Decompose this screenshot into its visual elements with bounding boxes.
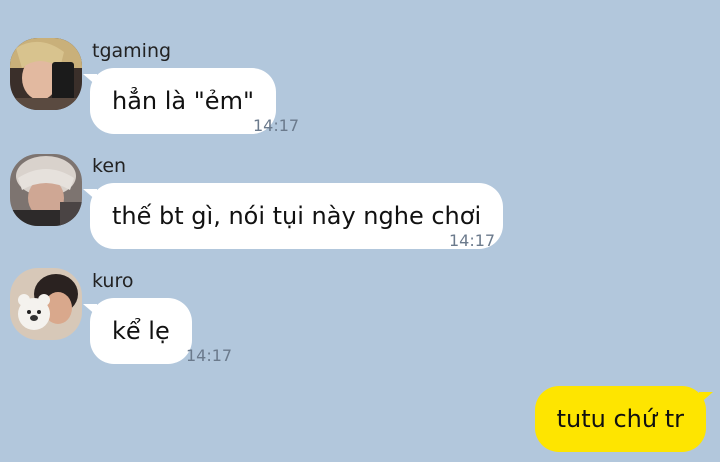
sender-name: ken [92, 155, 127, 177]
user-avatar-icon [10, 268, 82, 340]
outgoing-message-bubble[interactable]: tutu chứ tr [534, 386, 714, 452]
user-avatar-icon [10, 38, 82, 110]
avatar-kuro[interactable] [10, 268, 82, 340]
message-timestamp: 14:17 [186, 346, 233, 365]
user-avatar-icon [10, 154, 82, 226]
message-bubble[interactable]: hẳn là "ẻm" [83, 68, 276, 134]
sender-name: tgaming [92, 40, 172, 62]
chat-area[interactable]: tgaming hẳn là "ẻm" 14:17 ken thế bt gì,… [0, 0, 720, 462]
avatar-ken[interactable] [10, 154, 82, 226]
message-bubble[interactable]: thế bt gì, nói tụi này nghe chơi [82, 183, 504, 249]
message-timestamp: 14:17 [253, 116, 300, 135]
message-bubble[interactable]: kể lẹ [83, 298, 192, 364]
avatar-tgaming[interactable] [10, 38, 82, 110]
message-timestamp: 14:17 [449, 231, 496, 250]
sender-name: kuro [92, 270, 134, 292]
